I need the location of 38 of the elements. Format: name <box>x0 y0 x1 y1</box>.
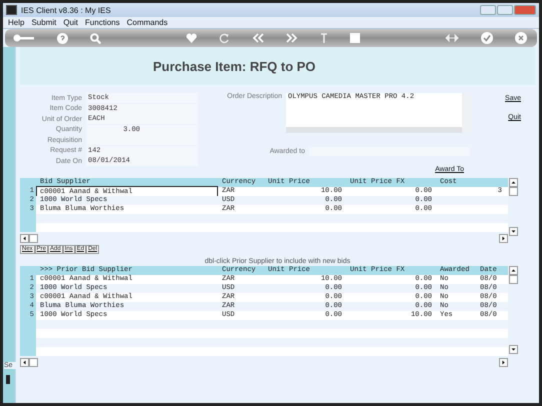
scroll-up-button[interactable] <box>509 178 518 187</box>
close-icon[interactable] <box>514 32 527 44</box>
scroll-thumb[interactable] <box>29 234 38 243</box>
scroll-down-button[interactable] <box>509 345 518 354</box>
stop-icon[interactable] <box>350 33 360 43</box>
scroll-bar[interactable] <box>462 93 470 133</box>
scroll-thumb[interactable] <box>29 358 38 367</box>
close-button[interactable] <box>514 5 536 15</box>
menu-item[interactable]: Commands <box>126 18 168 27</box>
row-header <box>20 347 36 356</box>
app-icon <box>6 5 17 15</box>
row-header <box>20 223 36 232</box>
key-icon[interactable] <box>13 33 35 43</box>
rewind-icon[interactable] <box>252 33 264 43</box>
scroll-thumb[interactable] <box>509 187 518 196</box>
scroll-thumb[interactable] <box>509 275 518 284</box>
scroll-right-button[interactable] <box>499 234 508 243</box>
menu-item[interactable]: Help <box>8 18 24 27</box>
refresh-icon[interactable] <box>218 32 230 44</box>
swap-icon[interactable] <box>444 33 459 43</box>
menu-item[interactable]: Functions <box>85 18 120 27</box>
window-title: IES Client v8.36 : My IES <box>21 6 112 14</box>
scroll-left-button[interactable] <box>20 234 29 243</box>
menu-item[interactable]: Quit <box>63 18 78 27</box>
search-icon[interactable] <box>90 32 102 44</box>
page-title: Purchase Item: RFQ to PO <box>153 58 316 74</box>
maximize-button[interactable] <box>497 5 513 15</box>
check-icon[interactable] <box>480 32 493 44</box>
scroll-right-button[interactable] <box>499 358 508 367</box>
scroll-down-button[interactable] <box>509 227 518 236</box>
scroll-bar[interactable] <box>286 127 462 133</box>
scroll-left-button[interactable] <box>20 358 29 367</box>
scroll-up-button[interactable] <box>509 266 518 275</box>
help-icon[interactable] <box>57 32 68 44</box>
fast-forward-icon[interactable] <box>286 33 298 43</box>
heart-icon[interactable] <box>186 33 197 43</box>
minimize-button[interactable] <box>480 5 496 15</box>
menu-item[interactable]: Submit <box>31 18 56 27</box>
